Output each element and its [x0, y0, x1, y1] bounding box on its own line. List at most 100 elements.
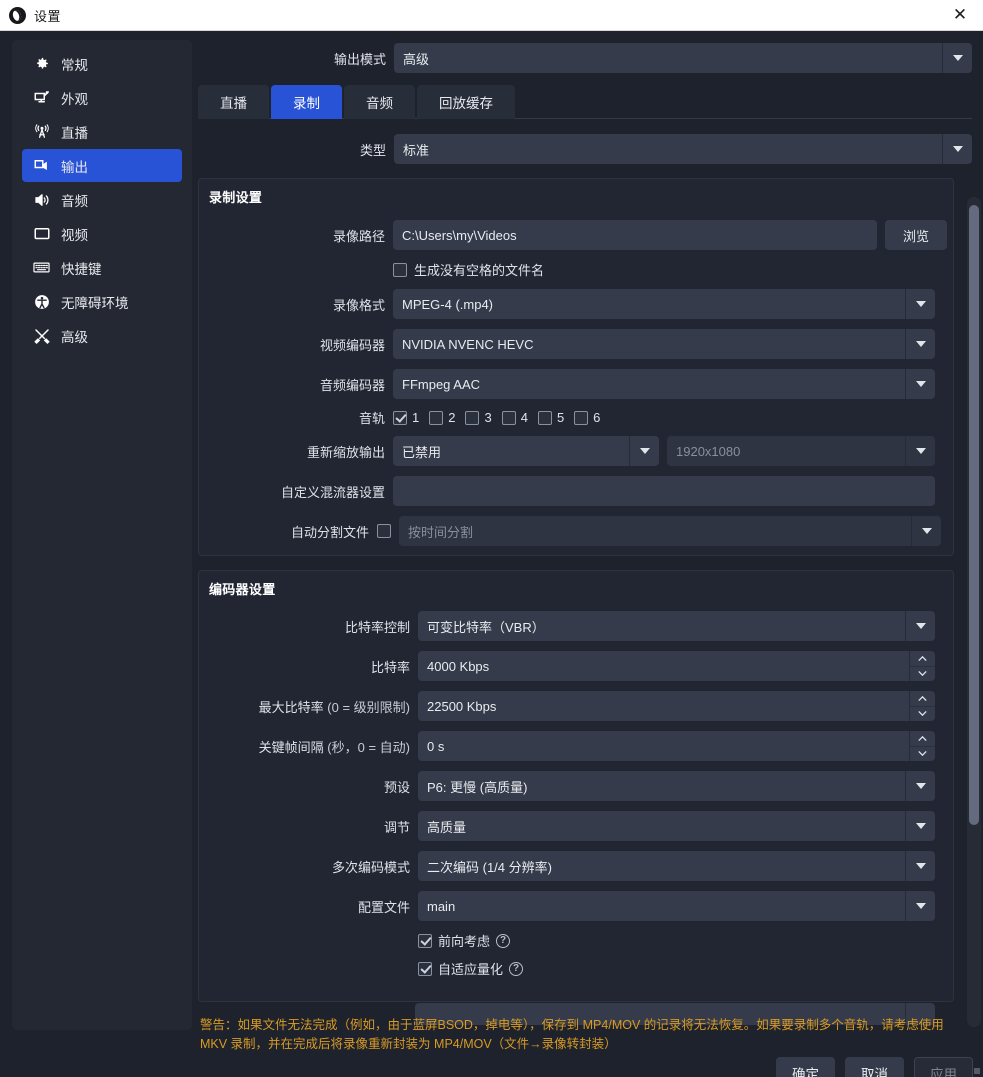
tab-replay-buffer[interactable]: 回放缓存: [417, 85, 515, 119]
custom-muxer-input[interactable]: [393, 476, 935, 506]
type-row: 类型 标准: [198, 134, 973, 164]
tab-audio[interactable]: 音频: [344, 85, 415, 119]
recording-format-row: 录像格式 MPEG-4 (.mp4): [199, 289, 953, 319]
output-mode-select[interactable]: 高级: [394, 43, 972, 73]
audio-track-6[interactable]: 6: [574, 410, 600, 425]
recording-path-row: 录像路径 C:\Users\my\Videos 浏览: [199, 220, 953, 250]
sidebar-item-advanced[interactable]: 高级: [22, 319, 182, 352]
recording-path-label: 录像路径: [332, 228, 385, 244]
close-icon[interactable]: ✕: [937, 0, 983, 30]
chevron-down-icon: [911, 516, 941, 546]
sidebar-item-accessibility[interactable]: 无障碍环境: [22, 285, 182, 318]
profile-row: 配置文件 main: [199, 891, 953, 921]
audio-track-1[interactable]: 1: [393, 410, 419, 425]
stepper-down-icon[interactable]: [910, 707, 935, 722]
rescale-resolution-value: 1920x1080: [676, 443, 741, 459]
psycho-visual-row: 自适应量化 ?: [199, 959, 953, 978]
recording-format-value: MPEG-4 (.mp4): [402, 296, 494, 312]
sidebar-item-video[interactable]: 视频: [22, 217, 182, 250]
lookahead-row: 前向考虑 ?: [199, 931, 953, 950]
dialog-buttons: 确定 取消 应用: [776, 1057, 973, 1077]
sidebar-item-audio[interactable]: 音频: [22, 183, 182, 216]
multipass-mode-select[interactable]: 二次编码 (1/4 分辨率): [418, 851, 935, 881]
sidebar-item-appearance[interactable]: 外观: [22, 81, 182, 114]
broadcast-icon: [32, 122, 51, 141]
video-encoder-row: 视频编码器 NVIDIA NVENC HEVC: [199, 329, 953, 359]
audio-track-5[interactable]: 5: [537, 410, 565, 425]
keyframe-label-main: 关键帧间隔: [258, 739, 324, 755]
auto-split-checkbox[interactable]: [377, 524, 391, 538]
recording-path-value: C:\Users\my\Videos: [402, 227, 517, 243]
audio-track-label: 5: [556, 410, 565, 425]
tuning-value: 高质量: [427, 819, 467, 835]
bitrate-value: 4000 Kbps: [427, 658, 490, 674]
max-bitrate-value: 22500 Kbps: [427, 698, 497, 714]
sidebar-item-general[interactable]: 常规: [22, 47, 182, 80]
chevron-down-icon: [942, 134, 972, 164]
chevron-down-icon: [942, 43, 972, 73]
help-icon[interactable]: ?: [509, 961, 524, 976]
stepper-buttons[interactable]: [909, 731, 935, 761]
audio-track-4[interactable]: 4: [501, 410, 528, 425]
lookahead-checkbox[interactable]: 前向考虑 ?: [418, 931, 511, 950]
scrollbar-thumb[interactable]: [969, 205, 979, 825]
cancel-label: 取消: [861, 1066, 888, 1077]
settings-scrollbar[interactable]: [967, 197, 981, 1027]
nospace-filename-checkbox[interactable]: 生成没有空格的文件名: [393, 260, 544, 279]
sidebar-item-output[interactable]: 输出: [22, 149, 182, 182]
sidebar-item-label: 输出: [61, 159, 88, 175]
chevron-down-icon: [905, 329, 935, 359]
rescale-output-select[interactable]: 已禁用: [393, 436, 659, 466]
audio-track-3[interactable]: 3: [465, 410, 492, 425]
chevron-down-icon: [629, 436, 659, 466]
video-encoder-select[interactable]: NVIDIA NVENC HEVC: [393, 329, 935, 359]
stepper-buttons[interactable]: [909, 651, 935, 681]
stepper-buttons[interactable]: [909, 691, 935, 721]
tools-icon: [32, 326, 51, 345]
sidebar-item-hotkeys[interactable]: 快捷键: [22, 251, 182, 284]
keyframe-interval-stepper[interactable]: 0 s: [418, 731, 935, 761]
output-icon: [32, 156, 51, 175]
browse-button[interactable]: 浏览: [885, 220, 947, 250]
tuning-select[interactable]: 高质量: [418, 811, 935, 841]
stepper-up-icon[interactable]: [910, 691, 935, 707]
psycho-visual-checkbox[interactable]: 自适应量化 ?: [418, 959, 524, 978]
profile-value: main: [427, 898, 456, 914]
resize-grip[interactable]: [974, 1068, 980, 1074]
encoder-settings-title: 编码器设置: [209, 582, 276, 597]
tab-stream[interactable]: 直播: [198, 85, 269, 119]
video-encoder-label: 视频编码器: [319, 337, 385, 353]
tab-recording[interactable]: 录制: [271, 85, 342, 119]
max-bitrate-stepper[interactable]: 22500 Kbps: [418, 691, 935, 721]
output-mode-row: 输出模式 高级: [198, 43, 973, 73]
recording-path-input[interactable]: C:\Users\my\Videos: [393, 220, 877, 250]
preset-value: P6: 更慢 (高质量): [427, 779, 528, 795]
recording-settings-title: 录制设置: [209, 190, 263, 205]
audio-encoder-label: 音频编码器: [319, 377, 385, 393]
recording-format-select[interactable]: MPEG-4 (.mp4): [393, 289, 935, 319]
stepper-down-icon[interactable]: [910, 747, 935, 762]
bitrate-stepper[interactable]: 4000 Kbps: [418, 651, 935, 681]
monitor-icon: [32, 224, 51, 243]
audio-encoder-select[interactable]: FFmpeg AAC: [393, 369, 935, 399]
apply-label: 应用: [930, 1066, 957, 1077]
cancel-button[interactable]: 取消: [845, 1057, 904, 1077]
custom-muxer-row: 自定义混流器设置: [199, 476, 953, 506]
stepper-up-icon[interactable]: [910, 651, 935, 667]
ok-button[interactable]: 确定: [776, 1057, 835, 1077]
sidebar-item-label: 外观: [61, 91, 88, 107]
chevron-down-icon: [905, 851, 935, 881]
rate-control-row: 比特率控制 可变比特率（VBR）: [199, 611, 953, 641]
preset-select[interactable]: P6: 更慢 (高质量): [418, 771, 935, 801]
profile-select[interactable]: main: [418, 891, 935, 921]
rate-control-select[interactable]: 可变比特率（VBR）: [418, 611, 935, 641]
audio-track-label: 1: [412, 410, 420, 425]
sidebar-item-label: 快捷键: [61, 261, 102, 277]
audio-track-2[interactable]: 2: [429, 410, 455, 425]
type-select[interactable]: 标准: [394, 134, 972, 164]
stepper-up-icon[interactable]: [910, 731, 935, 747]
preset-row: 预设 P6: 更慢 (高质量): [199, 771, 953, 801]
stepper-down-icon[interactable]: [910, 667, 935, 682]
help-icon[interactable]: ?: [496, 933, 511, 948]
sidebar-item-stream[interactable]: 直播: [22, 115, 182, 148]
